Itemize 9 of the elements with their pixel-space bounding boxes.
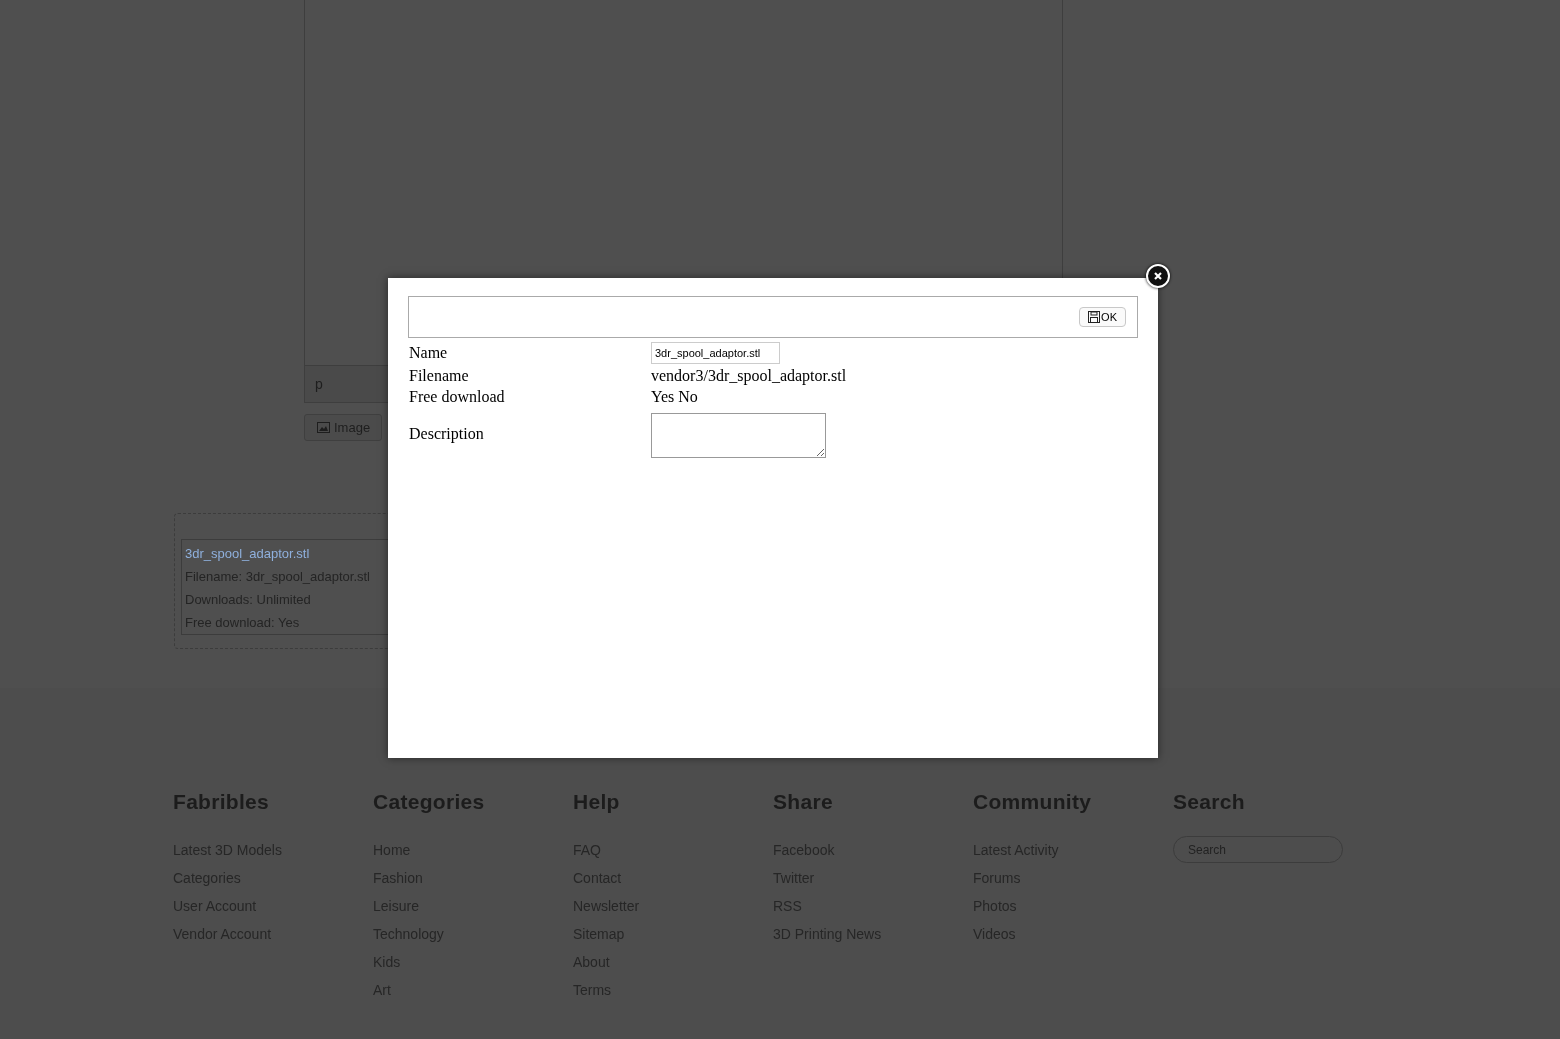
ok-button[interactable]: OK [1079,307,1126,327]
field-value: vendor3/3dr_spool_adaptor.stl [651,367,847,385]
field-label: Name [408,344,448,362]
name-field[interactable]: 3dr_spool_adaptor.stl [651,342,780,364]
close-icon [1153,271,1163,281]
field-label: Description [408,424,484,443]
image-icon [317,422,330,433]
description-field[interactable] [651,413,826,458]
field-label: Filename [408,367,469,385]
